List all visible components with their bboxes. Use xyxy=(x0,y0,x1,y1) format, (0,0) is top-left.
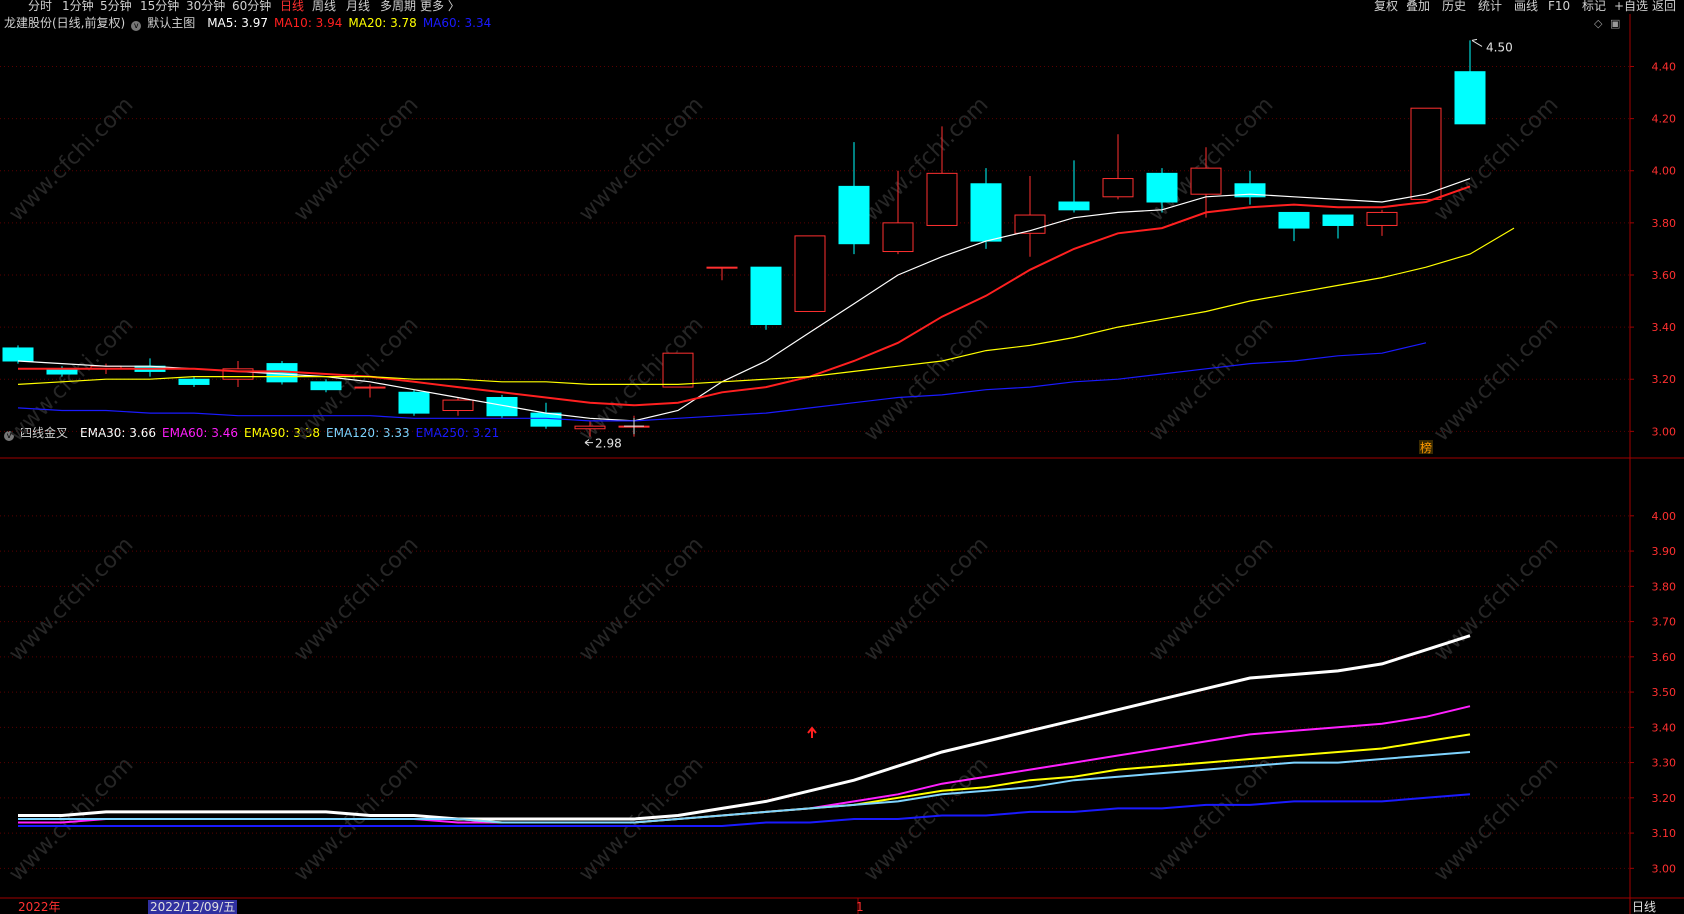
candle-body xyxy=(926,172,958,226)
candle-body xyxy=(310,381,342,391)
y-tick-label: 3.00 xyxy=(1652,862,1677,875)
watermark-text: www.cfchi.com xyxy=(574,532,708,666)
candle-body xyxy=(530,412,562,427)
y-tick-label: 3.40 xyxy=(1652,321,1677,334)
watermark-text: www.cfchi.com xyxy=(1429,312,1563,446)
candle-body xyxy=(750,266,782,326)
watermark-text: www.cfchi.com xyxy=(1429,532,1563,666)
period-mode-label[interactable]: 日线 xyxy=(1632,900,1656,914)
low-price-label: 2.98 xyxy=(595,437,622,451)
y-tick-label: 3.20 xyxy=(1652,373,1677,386)
watermark-text: www.cfchi.com xyxy=(289,92,423,226)
month-tick-label: 1 xyxy=(856,900,864,914)
candle-body xyxy=(574,425,606,430)
y-tick-label: 3.60 xyxy=(1652,651,1677,664)
y-tick-label: 3.60 xyxy=(1652,269,1677,282)
y-tick-label: 3.70 xyxy=(1652,616,1677,629)
watermark-text: www.cfchi.com xyxy=(574,92,708,226)
ema-line xyxy=(18,793,1471,827)
candle-body xyxy=(1278,211,1310,229)
rank-badge: 榜 xyxy=(1420,440,1432,455)
candle-body xyxy=(970,183,1002,242)
watermark-text: www.cfchi.com xyxy=(1144,532,1278,666)
candle-body xyxy=(354,386,386,389)
candle-body xyxy=(1366,211,1398,226)
y-tick-label: 3.40 xyxy=(1652,721,1677,734)
candle-body xyxy=(1146,172,1178,203)
candle-body xyxy=(178,378,210,385)
high-arrow xyxy=(1471,38,1483,47)
candle-body xyxy=(2,347,34,362)
high-price-label: 4.50 xyxy=(1486,40,1513,54)
y-tick-label: 3.20 xyxy=(1652,792,1677,805)
candle-body xyxy=(442,399,474,412)
y-tick-label: 4.20 xyxy=(1652,113,1677,126)
watermark-text: www.cfchi.com xyxy=(289,312,423,446)
candle-body xyxy=(662,352,694,388)
y-tick-label: 4.00 xyxy=(1652,165,1677,178)
y-tick-label: 4.00 xyxy=(1652,510,1677,523)
watermark-text: www.cfchi.com xyxy=(859,532,993,666)
y-tick-label: 3.50 xyxy=(1652,686,1677,699)
candle-body xyxy=(882,222,914,253)
candle-body xyxy=(398,391,430,414)
watermark-text: www.cfchi.com xyxy=(859,312,993,446)
watermark-text: www.cfchi.com xyxy=(4,92,138,226)
watermark-text: www.cfchi.com xyxy=(1429,92,1563,226)
signal-arrow-icon xyxy=(807,726,817,738)
y-tick-label: 4.40 xyxy=(1652,60,1677,73)
y-tick-label: 3.10 xyxy=(1652,827,1677,840)
y-tick-label: 3.80 xyxy=(1652,217,1677,230)
candle-body xyxy=(1322,214,1354,226)
candle-body xyxy=(1454,71,1486,125)
y-tick-label: 3.80 xyxy=(1652,580,1677,593)
candle-body xyxy=(1058,201,1090,211)
chart-canvas: 4.40 4.20 4.00 3.80 3.60 3.40 3.20 3.00 4.00 3.90… xyxy=(0,14,1684,914)
year-label: 2022年 xyxy=(18,900,61,914)
candle-body xyxy=(1410,107,1442,200)
candle-body xyxy=(706,266,738,269)
y-tick-label: 3.30 xyxy=(1652,757,1677,770)
candle-body xyxy=(794,235,826,312)
candle-body xyxy=(1190,167,1222,195)
watermark-text: www.cfchi.com xyxy=(289,532,423,666)
watermark-text: www.cfchi.com xyxy=(1429,752,1563,886)
watermark-text: www.cfchi.com xyxy=(4,532,138,666)
cursor-date-label: 2022/12/09/五 xyxy=(148,900,238,914)
y-tick-label: 3.90 xyxy=(1652,545,1677,558)
candle-body xyxy=(1102,178,1134,198)
ma-line xyxy=(17,178,1471,422)
candle-body xyxy=(838,185,870,245)
y-tick-label: 3.00 xyxy=(1652,425,1677,438)
